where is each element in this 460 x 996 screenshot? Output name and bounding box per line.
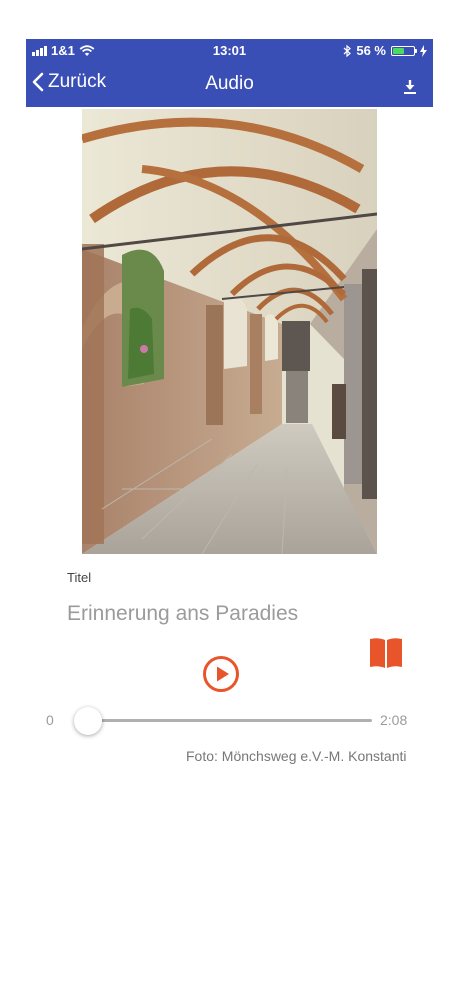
page-title: Audio [205, 73, 254, 94]
elapsed-time: 0 [46, 712, 54, 728]
progress-slider-thumb[interactable] [74, 707, 102, 735]
cloister-photo-image [82, 109, 377, 554]
photo-credit: Foto: Mönchsweg e.V.-M. Konstanti [186, 748, 407, 764]
status-bar: 1&1 13:01 56 % [26, 39, 433, 61]
battery-icon [391, 45, 417, 56]
progress-slider[interactable] [88, 719, 372, 722]
title-value: Erinnerung ans Paradies [67, 602, 299, 625]
charging-icon [420, 44, 427, 57]
app-screen: 1&1 13:01 56 % Zurück Audio Titel Erinne… [26, 39, 433, 996]
play-button[interactable] [202, 655, 240, 693]
book-button[interactable] [369, 636, 403, 670]
title-label: Titel [67, 570, 92, 585]
cloister-photo [82, 109, 377, 554]
status-right: 56 % [343, 43, 427, 58]
download-button[interactable] [403, 79, 431, 105]
total-time: 2:08 [380, 712, 408, 728]
download-icon [404, 80, 416, 94]
play-circle-icon [203, 656, 239, 692]
bluetooth-icon [343, 44, 352, 57]
book-icon [370, 638, 402, 668]
battery-percent: 56 % [356, 43, 386, 58]
navigation-bar: Zurück Audio [26, 61, 433, 107]
